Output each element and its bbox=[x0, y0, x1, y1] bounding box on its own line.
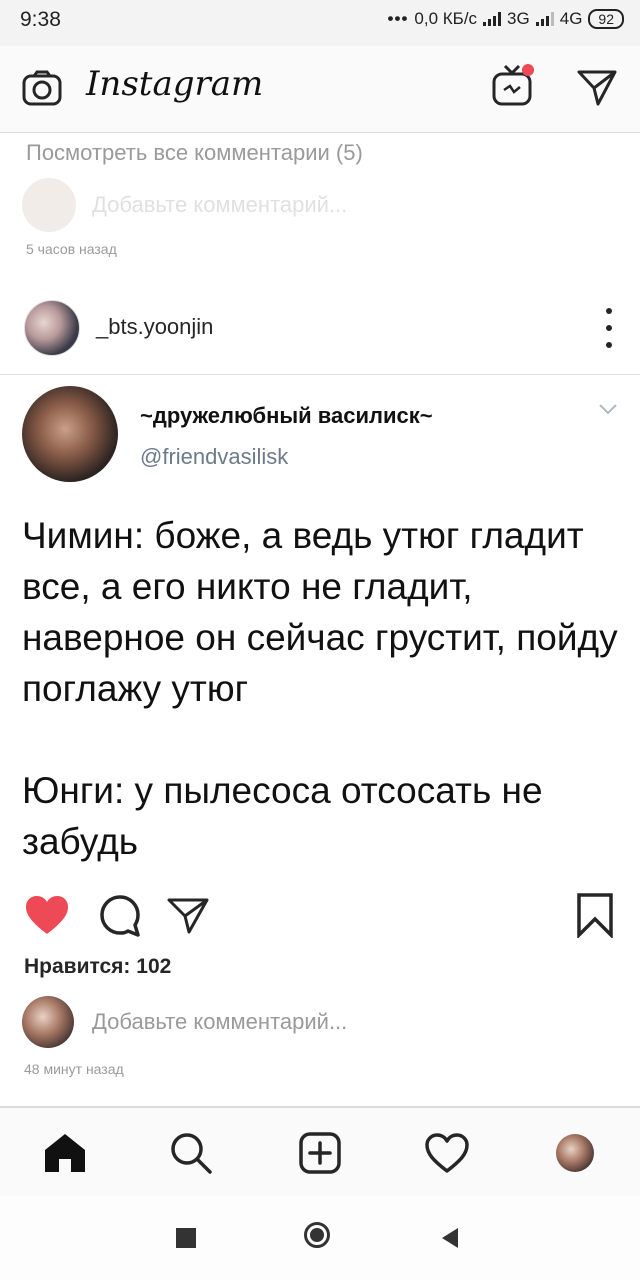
tweet-avatar bbox=[22, 386, 118, 482]
back-button[interactable] bbox=[440, 1226, 460, 1250]
home-icon bbox=[45, 1134, 85, 1172]
comment-icon[interactable] bbox=[98, 894, 142, 938]
nav-profile[interactable] bbox=[550, 1128, 600, 1178]
bookmark-icon[interactable] bbox=[576, 892, 614, 938]
chevron-down-icon bbox=[599, 404, 617, 415]
nav-activity[interactable] bbox=[422, 1128, 472, 1178]
activity-heart-icon bbox=[425, 1133, 469, 1173]
signal-icon bbox=[535, 12, 554, 26]
battery-indicator: 92 bbox=[588, 9, 624, 29]
nav-home[interactable] bbox=[40, 1128, 90, 1178]
post-timestamp: 48 минут назад bbox=[24, 1061, 124, 1077]
home-button[interactable] bbox=[304, 1222, 330, 1248]
profile-avatar bbox=[556, 1134, 594, 1172]
likes-count[interactable]: Нравится: 102 bbox=[24, 955, 171, 979]
network-4g: 4G bbox=[559, 9, 583, 28]
heart-icon[interactable] bbox=[24, 894, 70, 936]
post-actions bbox=[0, 888, 640, 944]
add-comment-placeholder: Добавьте комментарий... bbox=[92, 1009, 348, 1034]
status-indicators: ••• 0,0 КБ/с 3G 4G 92 bbox=[388, 9, 624, 29]
top-bar: Instagram bbox=[0, 46, 640, 133]
search-icon bbox=[171, 1133, 212, 1174]
add-comment-row[interactable]: Добавьте комментарий... bbox=[22, 996, 347, 1048]
more-dots: ••• bbox=[387, 9, 409, 28]
post-timestamp: 5 часов назад bbox=[26, 241, 117, 257]
status-bar: 9:38 ••• 0,0 КБ/с 3G 4G 92 bbox=[0, 0, 640, 46]
avatar bbox=[22, 178, 76, 232]
network-3g: 3G bbox=[507, 9, 530, 28]
user-avatar[interactable] bbox=[24, 300, 80, 356]
add-post-icon bbox=[299, 1132, 341, 1174]
tweet-handle: @friendvasilisk bbox=[140, 444, 289, 469]
previous-add-comment[interactable]: Добавьте комментарий... bbox=[22, 178, 347, 232]
direct-send-icon[interactable] bbox=[576, 68, 618, 108]
nav-add[interactable] bbox=[295, 1128, 345, 1178]
tweet-display-name: ~дружелюбный василиск~ bbox=[140, 403, 433, 428]
divider bbox=[0, 374, 640, 375]
app-logo: Instagram bbox=[86, 64, 264, 104]
signal-icon bbox=[483, 12, 502, 26]
bottom-navigation bbox=[0, 1106, 640, 1198]
avatar bbox=[22, 996, 74, 1048]
system-navigation bbox=[0, 1196, 640, 1280]
more-options-icon[interactable] bbox=[604, 308, 614, 348]
share-icon[interactable] bbox=[166, 896, 210, 936]
post-username[interactable]: _bts.yoonjin bbox=[96, 314, 213, 340]
recent-apps-button[interactable] bbox=[176, 1228, 196, 1248]
status-time: 9:38 bbox=[20, 8, 61, 31]
camera-icon[interactable] bbox=[22, 70, 62, 106]
igtv-icon[interactable] bbox=[490, 60, 540, 110]
add-comment-placeholder: Добавьте комментарий... bbox=[92, 192, 348, 217]
post-header: _bts.yoonjin bbox=[0, 296, 640, 372]
view-all-comments-link[interactable]: Посмотреть все комментарии (5) bbox=[26, 140, 363, 166]
network-speed: 0,0 КБ/с bbox=[414, 9, 478, 28]
nav-search[interactable] bbox=[166, 1128, 216, 1178]
tweet-text: Чимин: боже, а ведь утюг гладит все, а е… bbox=[22, 515, 618, 862]
